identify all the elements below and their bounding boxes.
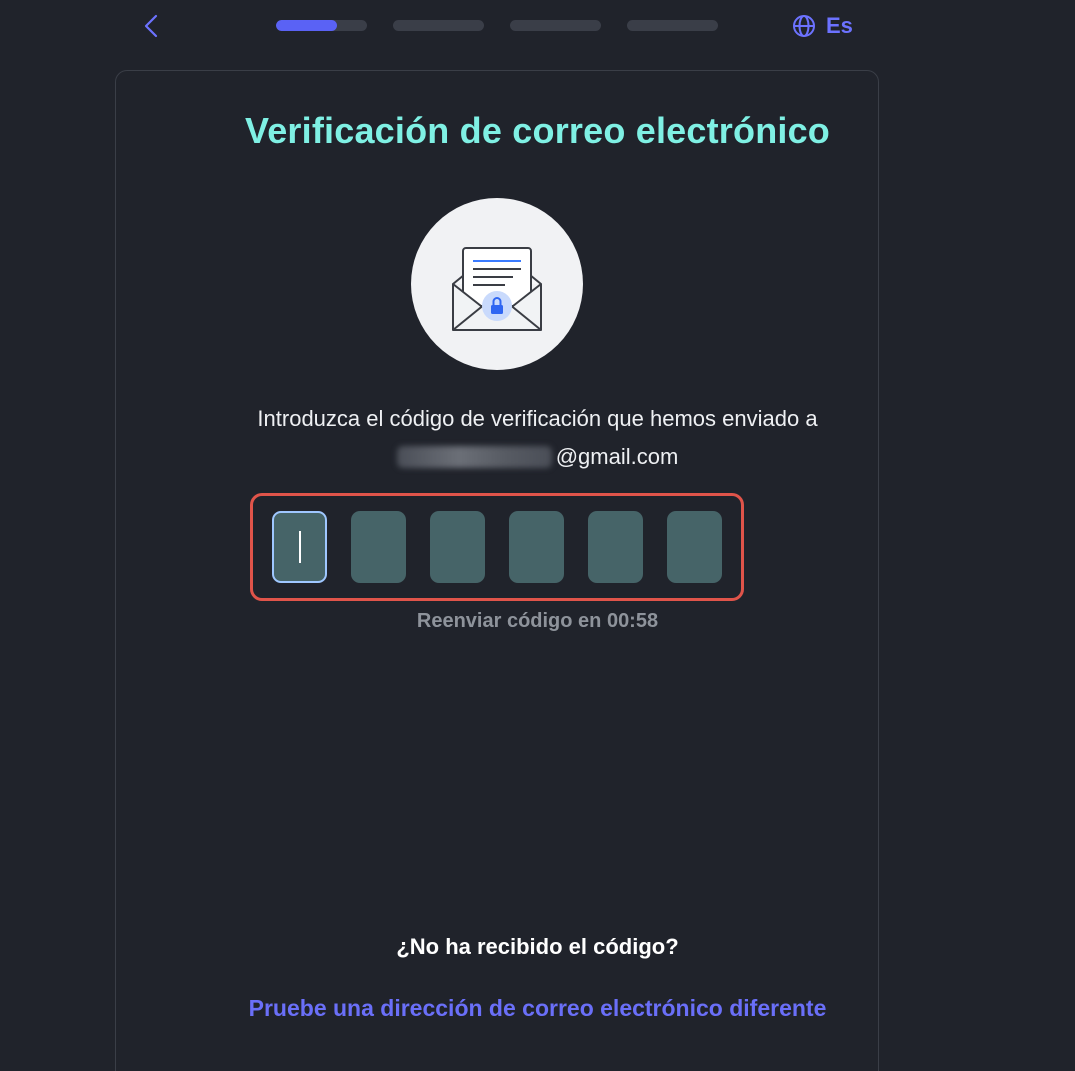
language-label: Es xyxy=(826,13,853,38)
progress-step-2 xyxy=(393,20,484,31)
resend-countdown: Reenviar código en 00:58 xyxy=(416,610,659,632)
no-code-question: ¿No ha recibido el código? xyxy=(396,934,679,959)
instruction-text: Introduzca el código de verificación que… xyxy=(257,406,818,431)
code-digit-1[interactable] xyxy=(272,511,327,583)
instructions: Introduzca el código de verificación que… xyxy=(0,400,1075,476)
progress-step-3 xyxy=(510,20,601,31)
code-digit-5[interactable] xyxy=(588,511,643,583)
progress-steps xyxy=(276,20,718,31)
email-verification-page: Es Verificación de correo electrónico In… xyxy=(0,0,1075,1071)
page-title: Verificación de correo electrónico xyxy=(244,110,830,151)
code-digit-4[interactable] xyxy=(509,511,564,583)
progress-step-4 xyxy=(627,20,718,31)
code-digit-3[interactable] xyxy=(430,511,485,583)
chevron-left-icon xyxy=(144,14,158,38)
code-digit-6[interactable] xyxy=(667,511,722,583)
verification-code-input xyxy=(250,493,744,601)
email-address: @gmail.com xyxy=(0,438,1075,476)
back-button[interactable] xyxy=(139,12,163,40)
try-different-email-link[interactable]: Pruebe una dirección de correo electróni… xyxy=(0,995,1075,1022)
text-cursor xyxy=(298,531,301,563)
envelope-illustration xyxy=(411,198,583,370)
email-blurred-part xyxy=(396,446,552,468)
language-selector[interactable]: Es xyxy=(792,12,853,40)
globe-icon xyxy=(793,15,815,37)
progress-step-1-fill xyxy=(276,20,337,31)
envelope-lock-icon xyxy=(452,247,542,331)
email-domain: @gmail.com xyxy=(555,444,679,469)
progress-step-1 xyxy=(276,20,367,31)
code-digit-2[interactable] xyxy=(351,511,406,583)
